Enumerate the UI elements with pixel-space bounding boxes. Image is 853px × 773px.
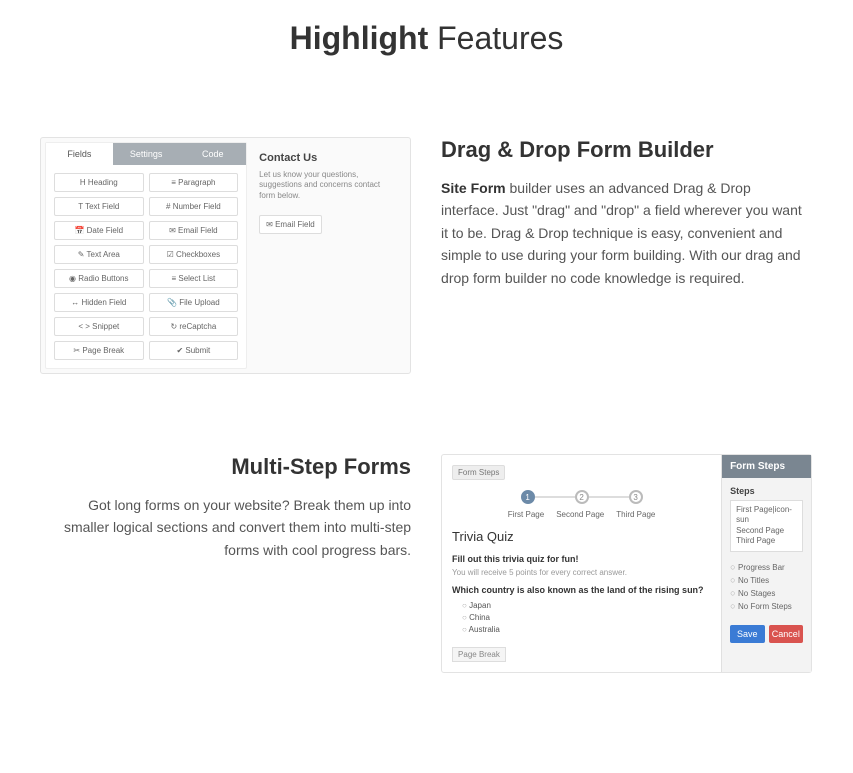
field-hidden[interactable]: ↔ Hidden Field — [54, 293, 144, 312]
step-3-icon: 3 — [629, 490, 643, 504]
mock-tabs: Fields Settings Code — [46, 143, 246, 165]
field-textarea[interactable]: ✎ Text Area — [54, 245, 144, 264]
feature1-desc: Site Form builder uses an advanced Drag … — [441, 177, 812, 289]
tab-code[interactable]: Code — [179, 143, 246, 165]
steps-textarea[interactable]: First Page|icon-sun Second Page Third Pa… — [730, 500, 803, 552]
check-no-form-steps[interactable]: No Form Steps — [730, 601, 803, 611]
step-line — [589, 496, 629, 498]
mock-form-title: Contact Us — [259, 152, 394, 164]
field-snippet[interactable]: < > Snippet — [54, 317, 144, 336]
tab-settings[interactable]: Settings — [113, 143, 180, 165]
field-select[interactable]: ≡ Select List — [149, 269, 239, 288]
title-rest: Features — [428, 20, 563, 56]
mock-form-desc: Let us know your questions, suggestions … — [259, 170, 394, 201]
mock2-main: Form Steps 1 2 3 First Page Second Page … — [442, 455, 721, 672]
step-label-3: Third Page — [616, 510, 655, 519]
mock2-sidebar: Form Steps Steps First Page|icon-sun Sec… — [721, 455, 811, 672]
quiz-subtitle: Fill out this trivia quiz for fun! — [452, 554, 711, 564]
cancel-button[interactable]: Cancel — [769, 625, 804, 643]
title-bold: Highlight — [290, 20, 429, 56]
field-upload[interactable]: 📎 File Upload — [149, 293, 239, 312]
step-indicator: 1 2 3 — [452, 490, 711, 504]
step-2-icon: 2 — [575, 490, 589, 504]
field-date[interactable]: 📅 Date Field — [54, 221, 144, 240]
page-title: Highlight Features — [40, 20, 813, 57]
check-progress-bar[interactable]: Progress Bar — [730, 562, 803, 572]
field-checkboxes[interactable]: ☑ Checkboxes — [149, 245, 239, 264]
step-labels: First Page Second Page Third Page — [452, 510, 711, 519]
multistep-mock: Form Steps 1 2 3 First Page Second Page … — [441, 454, 812, 673]
feature1-heading: Drag & Drop Form Builder — [441, 137, 812, 163]
tab-fields[interactable]: Fields — [46, 143, 113, 165]
option-australia[interactable]: Australia — [452, 625, 711, 634]
quiz-question: Which country is also known as the land … — [452, 585, 711, 595]
step-line — [535, 496, 575, 498]
save-button[interactable]: Save — [730, 625, 765, 643]
field-paragraph[interactable]: ≡ Paragraph — [149, 173, 239, 192]
field-heading[interactable]: H Heading — [54, 173, 144, 192]
option-japan[interactable]: Japan — [452, 601, 711, 610]
step-label-2: Second Page — [556, 510, 604, 519]
quiz-note: You will receive 5 points for every corr… — [452, 568, 711, 577]
mock-sidebar: Fields Settings Code H Heading ≡ Paragra… — [45, 142, 247, 369]
quiz-title: Trivia Quiz — [452, 529, 711, 544]
feature-multistep: Multi-Step Forms Got long forms on your … — [40, 454, 813, 673]
side-heading: Form Steps — [722, 455, 811, 478]
field-email[interactable]: ✉ Email Field — [149, 221, 239, 240]
steps-label: Steps — [730, 486, 803, 496]
step-1-icon: 1 — [521, 490, 535, 504]
mock-fields-grid: H Heading ≡ Paragraph T Text Field # Num… — [46, 165, 246, 368]
feature1-desc-strong: Site Form — [441, 180, 506, 196]
field-text[interactable]: T Text Field — [54, 197, 144, 216]
field-number[interactable]: # Number Field — [149, 197, 239, 216]
field-radio[interactable]: ◉ Radio Buttons — [54, 269, 144, 288]
check-no-titles[interactable]: No Titles — [730, 575, 803, 585]
feature2-heading: Multi-Step Forms — [40, 454, 411, 480]
mock-canvas: Contact Us Let us know your questions, s… — [247, 142, 406, 369]
form-steps-badge: Form Steps — [452, 465, 505, 480]
field-pagebreak[interactable]: ✂ Page Break — [54, 341, 144, 360]
field-submit[interactable]: ✔ Submit — [149, 341, 239, 360]
form-builder-mock: Fields Settings Code H Heading ≡ Paragra… — [40, 137, 411, 374]
field-recaptcha[interactable]: ↻ reCaptcha — [149, 317, 239, 336]
feature-drag-drop: Fields Settings Code H Heading ≡ Paragra… — [40, 137, 813, 374]
step-label-1: First Page — [508, 510, 544, 519]
option-china[interactable]: China — [452, 613, 711, 622]
dropped-email-field[interactable]: ✉ Email Field — [259, 215, 322, 234]
page-break-badge: Page Break — [452, 647, 506, 662]
check-no-stages[interactable]: No Stages — [730, 588, 803, 598]
feature2-desc: Got long forms on your website? Break th… — [40, 494, 411, 561]
